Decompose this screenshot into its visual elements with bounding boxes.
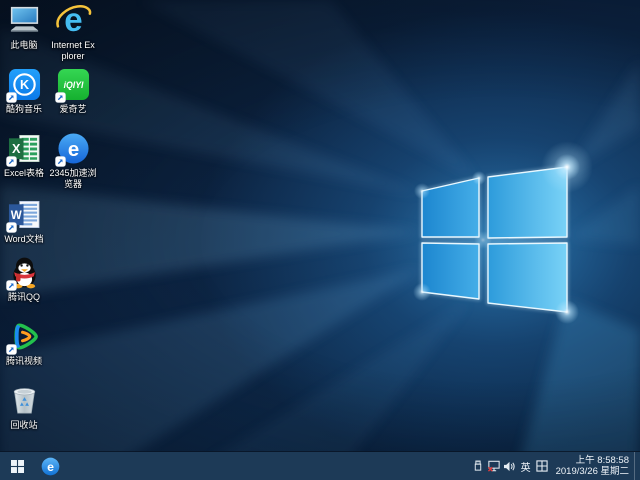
shortcut-arrow-icon: [6, 222, 17, 233]
iqiyi-icon: iQIYI: [55, 66, 92, 103]
clock-date: 2019/3/26 星期二: [556, 466, 629, 477]
network-disconnected-tray-icon[interactable]: [486, 452, 502, 480]
svg-text:e: e: [67, 139, 78, 161]
desktop: 此电脑 e Internet Explorer K 酷狗音乐: [0, 0, 640, 480]
2345-browser-icon: e: [55, 130, 92, 167]
desktop-icon-label: Internet Explorer: [49, 40, 97, 62]
word-icon: W: [6, 196, 43, 233]
recycle-bin-icon: [6, 382, 43, 419]
svg-text:X: X: [12, 142, 21, 156]
svg-text:iQIYI: iQIYI: [63, 80, 83, 90]
shortcut-arrow-icon: [55, 156, 66, 167]
desktop-icon-word[interactable]: W Word文档: [0, 196, 48, 245]
browser-e-icon: e: [41, 457, 60, 476]
desktop-icon-label: 腾讯视频: [0, 356, 48, 367]
ime-icon[interactable]: [534, 452, 550, 480]
shortcut-arrow-icon: [6, 156, 17, 167]
desktop-icon-excel[interactable]: X Excel表格: [0, 130, 48, 179]
desktop-icon-this-pc[interactable]: 此电脑: [0, 2, 48, 51]
desktop-icon-recycle-bin[interactable]: 回收站: [0, 382, 48, 431]
tencent-video-icon: [6, 318, 43, 355]
svg-text:K: K: [19, 78, 28, 92]
this-pc-icon: [6, 2, 43, 39]
taskbar-clock[interactable]: 上午 8:58:58 2019/3/26 星期二: [556, 455, 629, 477]
windows-logo-icon: [11, 460, 24, 473]
taskbar-2345-browser-button[interactable]: e: [34, 452, 66, 480]
desktop-icon-label: Word文档: [0, 234, 48, 245]
tencent-qq-icon: [6, 254, 43, 291]
language-indicator[interactable]: 英: [518, 459, 534, 474]
desktop-icon-tencent-qq[interactable]: 腾讯QQ: [0, 254, 48, 303]
desktop-icon-label: 爱奇艺: [49, 104, 97, 115]
volume-tray-icon[interactable]: [502, 452, 518, 480]
kugou-music-icon: K: [6, 66, 43, 103]
shortcut-arrow-icon: [6, 92, 17, 103]
desktop-icon-iqiyi[interactable]: iQIYI 爱奇艺: [49, 66, 97, 115]
taskbar: e: [0, 452, 640, 480]
shortcut-arrow-icon: [55, 92, 66, 103]
desktop-icon-label: 酷狗音乐: [0, 104, 48, 115]
usb-tray-icon[interactable]: [470, 452, 486, 480]
desktop-icon-label: Excel表格: [0, 168, 48, 179]
start-button[interactable]: [0, 452, 34, 480]
excel-icon: X: [6, 130, 43, 167]
desktop-icon-internet-explorer[interactable]: e Internet Explorer: [49, 2, 97, 62]
desktop-icon-tencent-video[interactable]: 腾讯视频: [0, 318, 48, 367]
shortcut-arrow-icon: [6, 344, 17, 355]
clock-time: 上午 8:58:58: [556, 455, 629, 466]
svg-text:W: W: [10, 209, 21, 222]
internet-explorer-icon: e: [55, 2, 92, 39]
svg-text:e: e: [47, 460, 54, 474]
desktop-icon-kugou-music[interactable]: K 酷狗音乐: [0, 66, 48, 115]
show-desktop-button[interactable]: [634, 452, 640, 480]
shortcut-arrow-icon: [6, 280, 17, 291]
desktop-icon-2345-browser[interactable]: e 2345加速浏览器: [49, 130, 97, 190]
desktop-icon-label: 回收站: [0, 420, 48, 431]
desktop-icon-label: 2345加速浏览器: [49, 168, 97, 190]
desktop-icon-label: 此电脑: [0, 40, 48, 51]
desktop-icon-label: 腾讯QQ: [0, 292, 48, 303]
